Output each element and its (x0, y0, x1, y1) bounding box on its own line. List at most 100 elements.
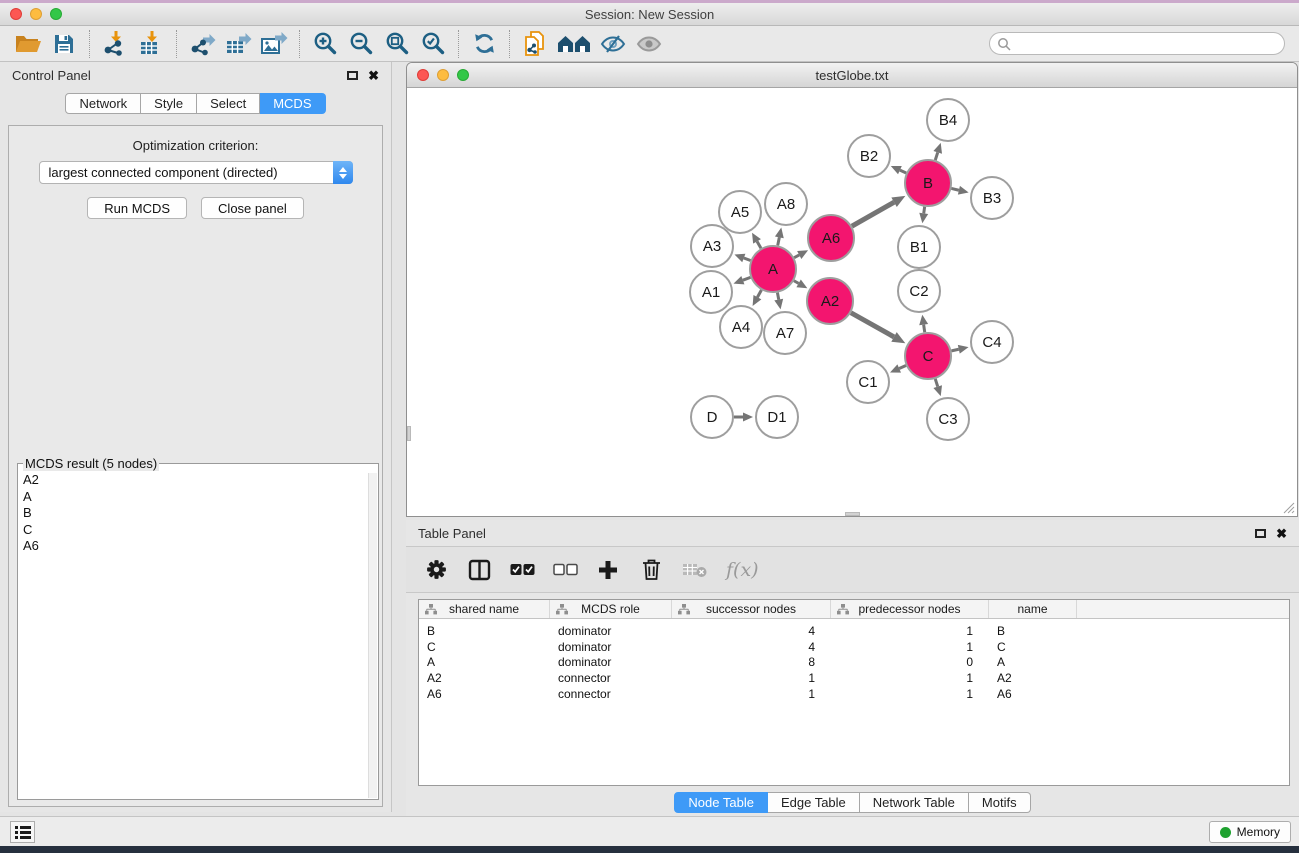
network-window-titlebar[interactable]: testGlobe.txt (407, 63, 1297, 88)
export-network-button[interactable] (186, 29, 218, 59)
mcds-result-item[interactable]: A2 (23, 472, 378, 489)
node-C2[interactable]: C2 (898, 270, 940, 312)
node-D[interactable]: D (691, 396, 733, 438)
node-B2[interactable]: B2 (848, 135, 890, 177)
delete-row-button[interactable] (637, 556, 665, 584)
node-C4[interactable]: C4 (971, 321, 1013, 363)
node-A6[interactable]: A6 (808, 215, 854, 261)
search-field[interactable] (989, 32, 1285, 55)
edge-C-C2[interactable] (919, 315, 928, 332)
edge-A-A2[interactable] (794, 279, 807, 288)
node-A8[interactable]: A8 (765, 183, 807, 225)
table-settings-button[interactable] (422, 556, 450, 584)
close-panel-icon[interactable]: ✖ (368, 69, 379, 82)
edge-B-B2[interactable] (891, 166, 906, 174)
float-table-panel-icon[interactable] (1255, 529, 1266, 538)
function-builder-button[interactable]: f(x) (723, 556, 767, 584)
node-A2[interactable]: A2 (807, 278, 853, 324)
criterion-select[interactable]: largest connected component (directed) (39, 161, 353, 184)
edge-A2-C[interactable] (851, 313, 905, 344)
tab-style[interactable]: Style (141, 93, 197, 114)
node-C[interactable]: C (905, 333, 951, 379)
node-D1[interactable]: D1 (756, 396, 798, 438)
node-A1[interactable]: A1 (690, 271, 732, 313)
node-A4[interactable]: A4 (720, 306, 762, 348)
float-panel-icon[interactable] (347, 71, 358, 80)
zoom-out-button[interactable] (345, 29, 377, 59)
edge-C-C3[interactable] (933, 379, 942, 396)
save-session-button[interactable] (48, 29, 80, 59)
node-A7[interactable]: A7 (764, 312, 806, 354)
node-A3[interactable]: A3 (691, 225, 733, 267)
resize-grip-icon[interactable] (1282, 501, 1295, 514)
show-column-button[interactable] (465, 556, 493, 584)
tab-select[interactable]: Select (197, 93, 260, 114)
node-B1[interactable]: B1 (898, 226, 940, 268)
table-row[interactable]: A2connector11A2 (419, 670, 1289, 686)
table-row[interactable]: Bdominator41B (419, 623, 1289, 639)
node-B4[interactable]: B4 (927, 99, 969, 141)
table-tab-motifs[interactable]: Motifs (969, 792, 1031, 813)
column-header-MCDS-role[interactable]: MCDS role (550, 600, 672, 618)
add-row-button[interactable] (594, 556, 622, 584)
node-B3[interactable]: B3 (971, 177, 1013, 219)
mcds-result-item[interactable]: C (23, 522, 378, 539)
edge-A-A1[interactable] (734, 276, 751, 284)
export-image-button[interactable] (258, 29, 290, 59)
close-panel-button[interactable]: Close panel (201, 197, 304, 219)
edge-B-B3[interactable] (951, 186, 968, 195)
zoom-fit-button[interactable] (381, 29, 413, 59)
select-all-button[interactable] (508, 556, 536, 584)
mcds-result-item[interactable]: A (23, 489, 378, 506)
edge-A-A8[interactable] (775, 228, 784, 246)
edge-B-B4[interactable] (933, 143, 942, 160)
table-tab-node-table[interactable]: Node Table (674, 792, 768, 813)
delete-table-button[interactable] (680, 556, 708, 584)
node-C1[interactable]: C1 (847, 361, 889, 403)
edge-A-A4[interactable] (753, 290, 762, 306)
deselect-all-button[interactable] (551, 556, 579, 584)
table-row[interactable]: Cdominator41C (419, 639, 1289, 655)
run-mcds-button[interactable]: Run MCDS (87, 197, 187, 219)
column-header-name[interactable]: name (989, 600, 1077, 618)
mcds-result-item[interactable]: B (23, 505, 378, 522)
network-canvas[interactable]: B4 B2 B B3 A8A5 A6 A3 B1 A A1 C2 A2 A4A7 C4 C C1 C3 D D1 (407, 88, 1297, 516)
node-C3[interactable]: C3 (927, 398, 969, 440)
zoom-in-button[interactable] (309, 29, 341, 59)
import-table-button[interactable] (135, 29, 167, 59)
edge-A6-B[interactable] (852, 196, 906, 226)
apply-layout-button[interactable] (468, 29, 500, 59)
edge-C-C4[interactable] (951, 345, 968, 354)
tab-network[interactable]: Network (65, 93, 141, 114)
table-row[interactable]: A6connector11A6 (419, 686, 1289, 702)
edge-D-D1[interactable] (734, 413, 753, 422)
edge-B-B1[interactable] (919, 207, 928, 223)
mcds-result-item[interactable]: A6 (23, 538, 378, 555)
memory-button[interactable]: Memory (1209, 821, 1291, 843)
bottom-splitter-grip[interactable] (845, 512, 860, 516)
table-tab-edge-table[interactable]: Edge Table (768, 792, 860, 813)
column-header-predecessor-nodes[interactable]: predecessor nodes (831, 600, 989, 618)
tab-mcds[interactable]: MCDS (260, 93, 325, 114)
export-table-button[interactable] (222, 29, 254, 59)
first-neighbors-button[interactable] (555, 29, 593, 59)
import-network-button[interactable] (99, 29, 131, 59)
left-splitter-grip[interactable] (407, 426, 411, 441)
hide-selected-button[interactable] (597, 29, 629, 59)
column-header-shared-name[interactable]: shared name (419, 600, 550, 618)
node-A[interactable]: A (750, 246, 796, 292)
edge-C-C1[interactable] (890, 364, 906, 372)
show-all-button[interactable] (633, 29, 665, 59)
close-table-panel-icon[interactable]: ✖ (1276, 527, 1287, 540)
zoom-selected-button[interactable] (417, 29, 449, 59)
edge-A-A3[interactable] (734, 254, 750, 262)
column-header-successor-nodes[interactable]: successor nodes (672, 600, 831, 618)
result-scrollbar[interactable] (368, 473, 377, 798)
table-tab-network-table[interactable]: Network Table (860, 792, 969, 813)
edge-A-A6[interactable] (794, 250, 808, 259)
network-from-selection-button[interactable] (519, 29, 551, 59)
node-B[interactable]: B (905, 160, 951, 206)
edge-A-A5[interactable] (752, 233, 761, 248)
node-A5[interactable]: A5 (719, 191, 761, 233)
table-row[interactable]: Adominator80A (419, 655, 1289, 671)
